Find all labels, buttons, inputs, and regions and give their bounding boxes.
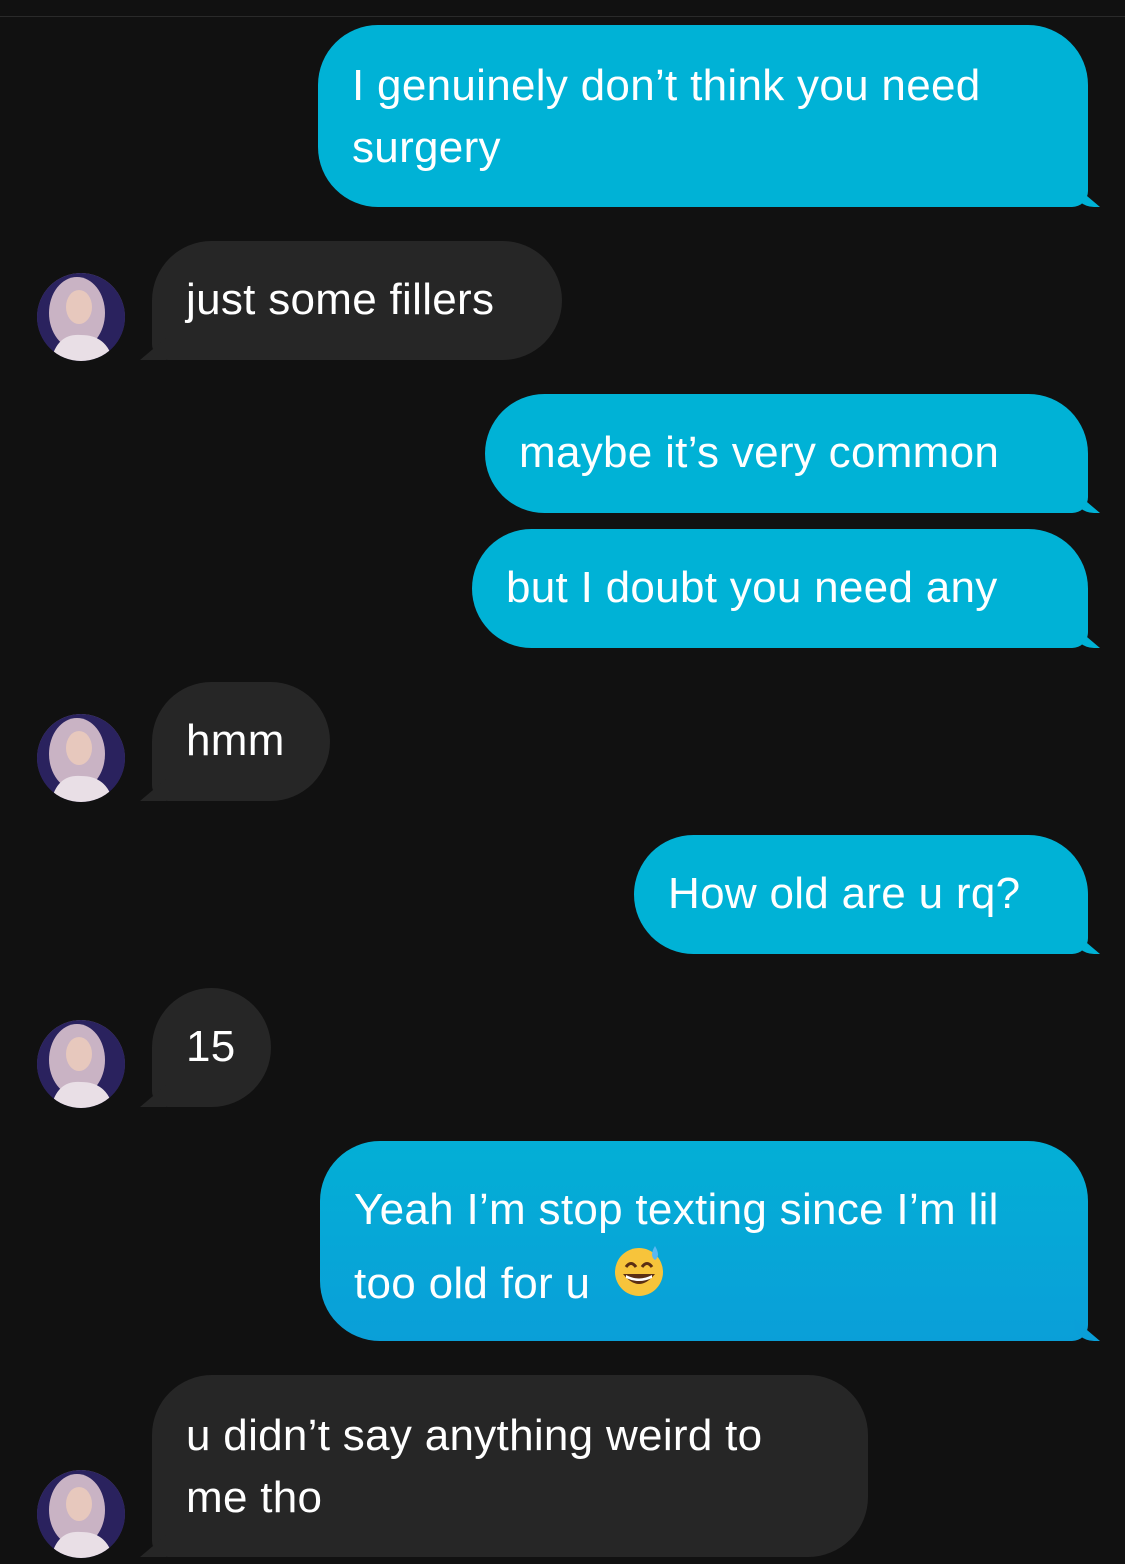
sent-message-bubble[interactable]: Yeah I’m stop texting since I’m lil too … (320, 1141, 1088, 1341)
sent-message-bubble[interactable]: I genuinely don’t think you need surgery (318, 25, 1088, 207)
received-message-bubble[interactable]: u didn’t say anything weird to me tho (152, 1375, 868, 1557)
contact-avatar[interactable] (37, 1020, 125, 1108)
avatar-photo-icon (37, 1020, 125, 1108)
sent-message-bubble[interactable]: but I doubt you need any (472, 529, 1088, 648)
message-text-line: surgery (352, 123, 501, 172)
grinning-sweat-emoji-icon (611, 1242, 667, 1321)
sent-message-bubble[interactable]: How old are u rq? (634, 835, 1088, 954)
avatar-photo-icon (37, 1470, 125, 1558)
received-message-bubble[interactable]: 15 (152, 988, 271, 1107)
message-text-line: me tho (186, 1473, 323, 1522)
message-text-line: u didn’t say anything weird to (186, 1411, 763, 1460)
message-text-line: How old are u rq? (668, 869, 1021, 918)
message-text-line: maybe it’s very common (519, 428, 1000, 477)
received-message-bubble[interactable]: hmm (152, 682, 330, 801)
message-text-line: just some fillers (186, 275, 495, 324)
contact-avatar[interactable] (37, 1470, 125, 1558)
avatar-photo-icon (37, 273, 125, 361)
message-text-line: but I doubt you need any (506, 563, 998, 612)
message-text-line: Yeah I’m stop texting since I’m lil (354, 1185, 999, 1234)
top-divider (0, 0, 1125, 17)
message-text-line: 15 (186, 1022, 236, 1071)
message-text-line: too old for u (354, 1259, 591, 1308)
contact-avatar[interactable] (37, 714, 125, 802)
contact-avatar[interactable] (37, 273, 125, 361)
message-text-line: I genuinely don’t think you need (352, 61, 981, 110)
sent-message-bubble[interactable]: maybe it’s very common (485, 394, 1088, 513)
received-message-bubble[interactable]: just some fillers (152, 241, 562, 360)
avatar-photo-icon (37, 714, 125, 802)
message-text-line: hmm (186, 716, 285, 765)
